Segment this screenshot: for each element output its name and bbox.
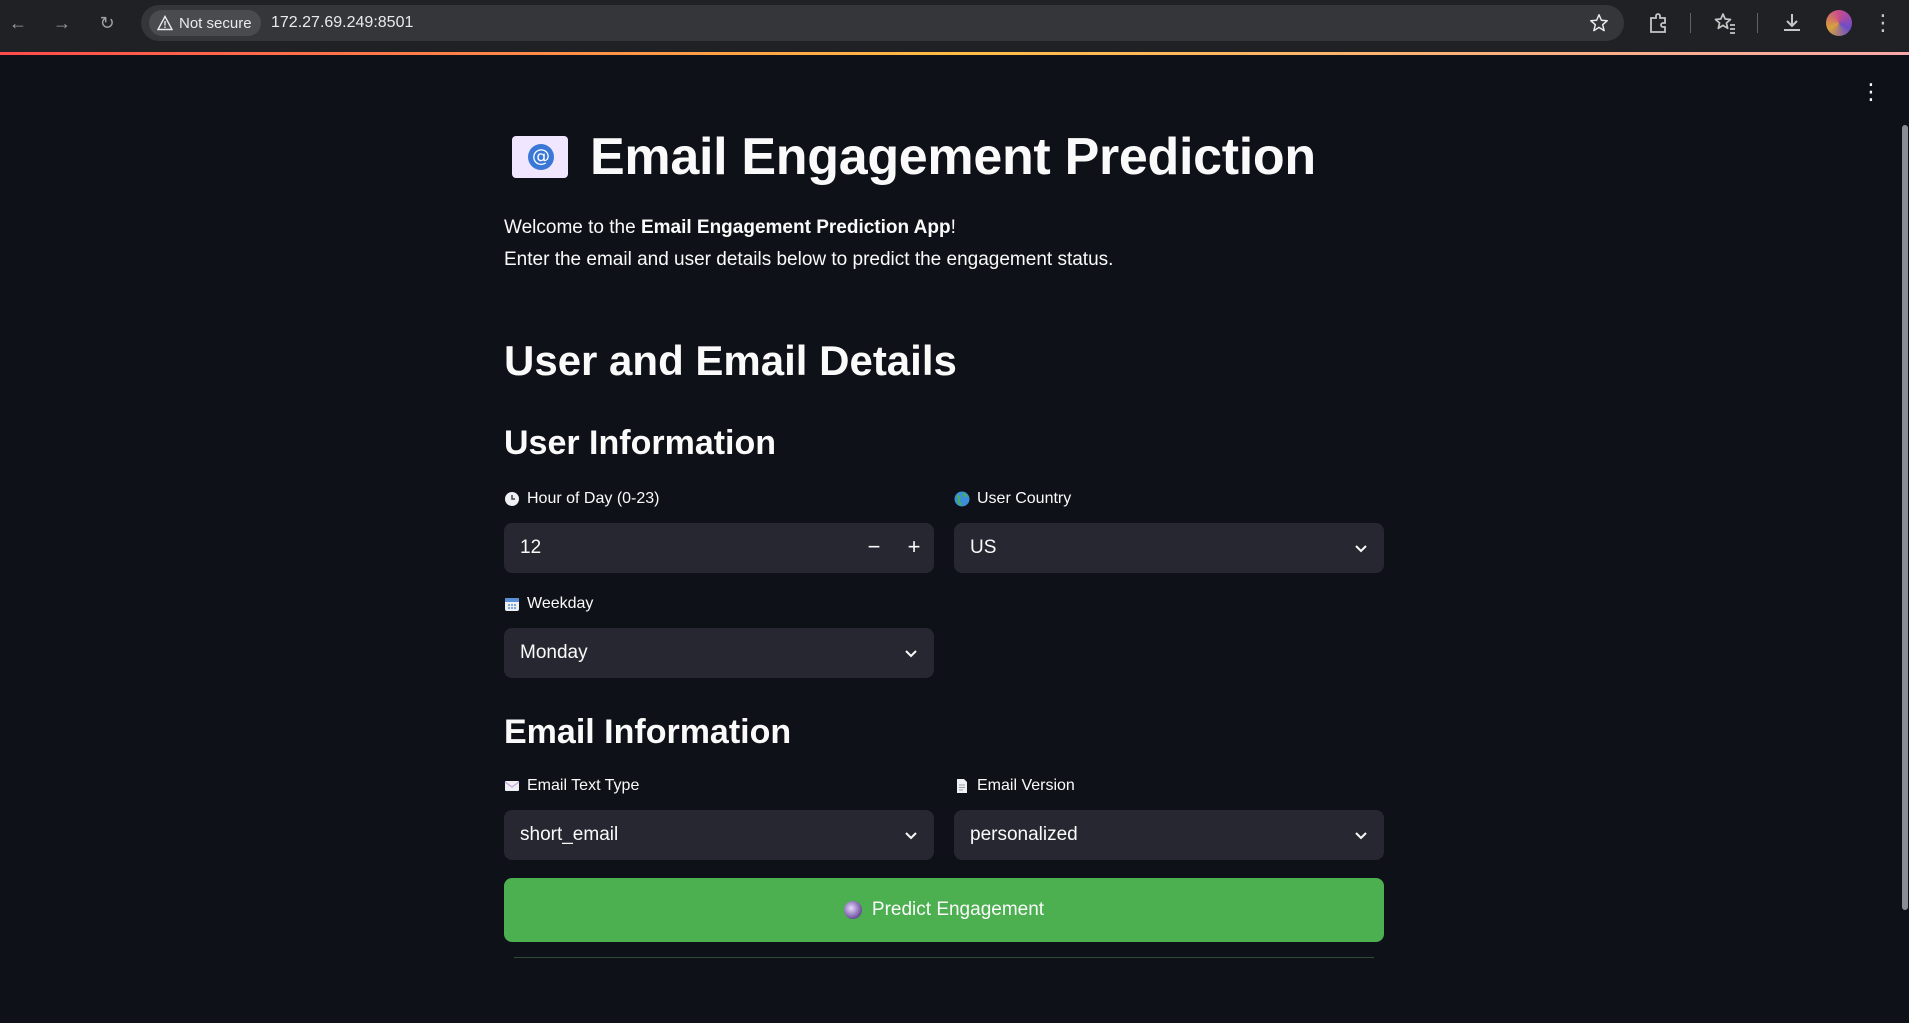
version-label-text: Email Version	[977, 777, 1075, 794]
bookmark-star-icon[interactable]	[1588, 12, 1610, 34]
country-label-text: User Country	[977, 490, 1072, 507]
text-type-label: Email Text Type	[504, 774, 934, 798]
toolbar-divider	[1757, 13, 1758, 33]
download-icon[interactable]	[1779, 10, 1805, 36]
extensions-icon[interactable]	[1645, 10, 1671, 36]
weekday-select[interactable]: Monday	[504, 628, 934, 678]
intro-text: Welcome to the Email Engagement Predicti…	[504, 212, 1113, 276]
section-heading: User and Email Details	[504, 337, 957, 384]
predict-button-label: Predict Engagement	[871, 899, 1045, 920]
weekday-field: Weekday Monday	[504, 592, 934, 678]
chevron-down-icon[interactable]	[1352, 539, 1370, 557]
country-select[interactable]: US	[954, 523, 1384, 573]
hour-label-text: Hour of Day (0-23)	[527, 490, 660, 507]
intro-suffix: !	[950, 217, 956, 238]
weekday-label: Weekday	[504, 592, 934, 616]
version-value: personalized	[970, 824, 1078, 845]
country-field: User Country US	[954, 487, 1384, 573]
browser-menu-icon[interactable]: ⋮	[1870, 10, 1896, 36]
weekday-label-text: Weekday	[527, 595, 594, 612]
hour-number-input[interactable]: 12 − +	[504, 523, 934, 573]
text-type-value: short_email	[520, 824, 619, 845]
text-type-select[interactable]: short_email	[504, 810, 934, 860]
forward-icon[interactable]: →	[49, 10, 75, 36]
globe-icon	[954, 491, 970, 507]
divider	[514, 957, 1374, 958]
scrollbar-thumb[interactable]	[1902, 125, 1908, 910]
back-icon[interactable]: ←	[5, 10, 31, 36]
url-text[interactable]: 172.27.69.249:8501	[271, 14, 413, 32]
chevron-down-icon[interactable]	[1352, 826, 1370, 844]
warning-icon	[157, 15, 173, 31]
chevron-down-icon[interactable]	[902, 644, 920, 662]
hour-label: Hour of Day (0-23)	[504, 487, 934, 511]
version-field: Email Version personalized	[954, 774, 1384, 860]
app-menu-icon[interactable]: ⋮	[1860, 80, 1882, 104]
user-info-heading: User Information	[504, 424, 777, 462]
calendar-icon	[505, 598, 519, 611]
envelope-icon	[504, 781, 520, 791]
country-value: US	[970, 537, 997, 558]
security-label: Not secure	[179, 14, 252, 32]
profile-avatar[interactable]	[1826, 10, 1852, 36]
security-chip[interactable]: Not secure	[149, 10, 261, 36]
page-title: Email Engagement Prediction	[590, 128, 1316, 186]
browser-toolbar: ← → ↻ Not secure 172.27.69.249:8501 ⋮	[0, 0, 1909, 52]
email-info-heading: Email Information	[504, 713, 792, 751]
country-label: User Country	[954, 487, 1384, 511]
app-view: ⋮ @ Email Engagement Prediction Welcome …	[0, 55, 1909, 1023]
bookmarks-icon[interactable]	[1712, 10, 1738, 36]
hour-field: Hour of Day (0-23) 12 − +	[504, 487, 934, 573]
increment-button[interactable]: +	[894, 523, 934, 573]
intro-app-name: Email Engagement Prediction App	[640, 217, 951, 238]
reload-icon[interactable]: ↻	[94, 10, 120, 36]
version-select[interactable]: personalized	[954, 810, 1384, 860]
predict-engagement-button[interactable]: Predict Engagement	[504, 878, 1384, 942]
decrement-button[interactable]: −	[854, 523, 894, 573]
hour-value[interactable]: 12	[520, 537, 541, 558]
clock-icon	[505, 492, 519, 506]
chevron-down-icon[interactable]	[902, 826, 920, 844]
intro-instructions: Enter the email and user details below t…	[504, 249, 1114, 270]
crystal-ball-icon	[843, 901, 862, 919]
text-type-field: Email Text Type short_email	[504, 774, 934, 860]
address-bar[interactable]: Not secure 172.27.69.249:8501	[141, 5, 1624, 41]
envelope-at-icon: @	[512, 136, 568, 178]
intro-prefix: Welcome to the	[504, 217, 641, 238]
text-type-label-text: Email Text Type	[527, 777, 640, 794]
hour-stepper: − +	[854, 523, 934, 573]
document-icon	[957, 779, 967, 793]
version-label: Email Version	[954, 774, 1384, 798]
weekday-value: Monday	[520, 642, 588, 663]
toolbar-divider	[1690, 13, 1691, 33]
title-row: @ Email Engagement Prediction	[512, 127, 1316, 187]
